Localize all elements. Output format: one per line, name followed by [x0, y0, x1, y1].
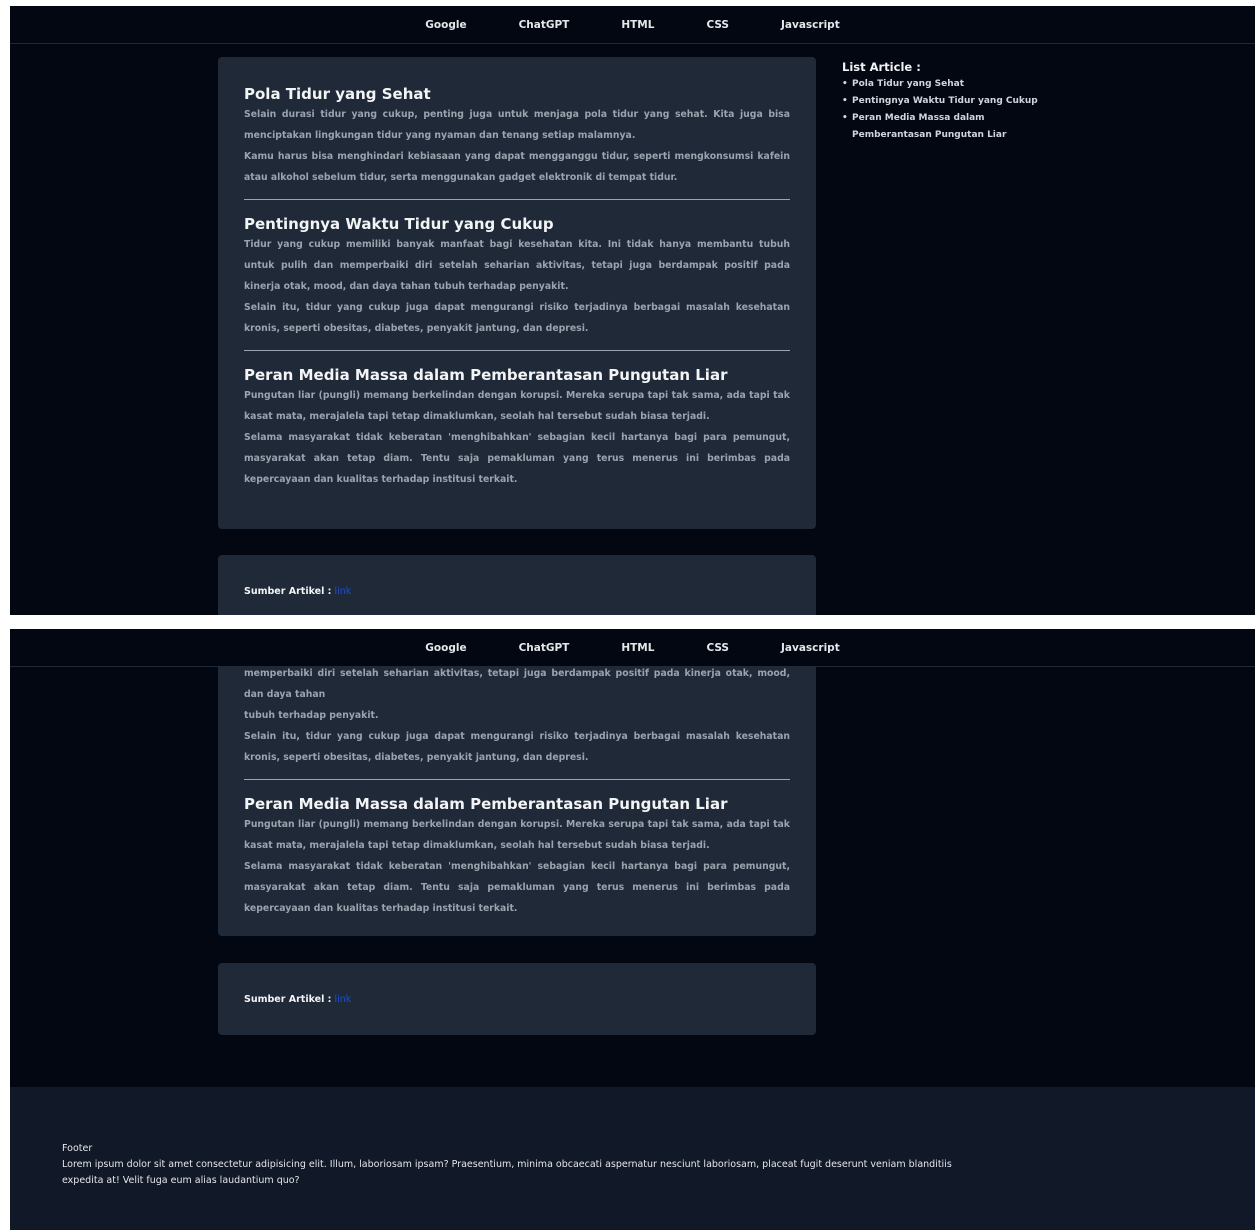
nav-google[interactable]: Google	[425, 19, 466, 31]
source-label: Sumber Artikel :	[244, 993, 332, 1005]
footer-text: Lorem ipsum dolor sit amet consectetur a…	[62, 1159, 952, 1186]
article-list-item[interactable]: Pola Tidur yang Sehat	[842, 76, 1042, 93]
nav-google[interactable]: Google	[425, 642, 466, 654]
article-paragraph: Tidur yang cukup memiliki banyak manfaat…	[244, 239, 790, 292]
article-paragraph: Selain itu, tidur yang cukup juga dapat …	[244, 731, 790, 763]
source-card: Sumber Artikel : link	[218, 555, 816, 615]
page-footer: Footer Lorem ipsum dolor sit amet consec…	[10, 1087, 1255, 1230]
article-divider	[244, 779, 790, 780]
article-paragraph: Pungutan liar (pungli) memang berkelinda…	[244, 390, 790, 422]
articles-card: memperbaiki diri setelah seharian aktivi…	[218, 629, 816, 936]
nav-css[interactable]: CSS	[706, 642, 729, 654]
source-card: Sumber Artikel : link	[218, 963, 816, 1035]
article-list-item[interactable]: Pentingnya Waktu Tidur yang Cukup	[842, 93, 1042, 110]
articles-card: Pola Tidur yang Sehat Selain durasi tidu…	[218, 57, 816, 529]
article-list-item[interactable]: Peran Media Massa dalam Pemberantasan Pu…	[842, 110, 1042, 144]
nav-chatgpt[interactable]: ChatGPT	[519, 19, 570, 31]
nav-css[interactable]: CSS	[706, 19, 729, 31]
nav-html[interactable]: HTML	[621, 19, 654, 31]
viewport-scrolled: Google ChatGPT HTML CSS Javascript mempe…	[10, 629, 1255, 1230]
article-title: Pola Tidur yang Sehat	[244, 85, 431, 103]
nav-javascript[interactable]: Javascript	[781, 19, 840, 31]
source-label: Sumber Artikel :	[244, 585, 332, 597]
article-paragraph: Pungutan liar (pungli) memang berkelinda…	[244, 819, 790, 851]
nav-javascript[interactable]: Javascript	[781, 642, 840, 654]
article-divider	[244, 199, 790, 200]
article-list-title: List Article :	[842, 60, 921, 74]
article-paragraph: Selain itu, tidur yang cukup juga dapat …	[244, 302, 790, 334]
article-paragraph: memperbaiki diri setelah seharian aktivi…	[244, 668, 790, 700]
article-paragraph: Selama masyarakat tidak keberatan 'mengh…	[244, 432, 790, 485]
article-paragraph: tubuh terhadap penyakit.	[244, 710, 379, 721]
article-list: Pola Tidur yang Sehat Pentingnya Waktu T…	[842, 76, 1042, 144]
source-link[interactable]: link	[334, 994, 351, 1005]
article-paragraph: Kamu harus bisa menghindari kebiasaan ya…	[244, 151, 790, 183]
footer-title: Footer	[62, 1143, 93, 1154]
nav-html[interactable]: HTML	[621, 642, 654, 654]
article-paragraph: Selama masyarakat tidak keberatan 'mengh…	[244, 861, 790, 914]
top-nav: Google ChatGPT HTML CSS Javascript	[10, 629, 1255, 667]
article-divider	[244, 350, 790, 351]
top-nav: Google ChatGPT HTML CSS Javascript	[10, 6, 1255, 44]
article-title: Peran Media Massa dalam Pemberantasan Pu…	[244, 795, 728, 813]
article-title: Peran Media Massa dalam Pemberantasan Pu…	[244, 366, 728, 384]
article-paragraph: Selain durasi tidur yang cukup, penting …	[244, 109, 790, 141]
viewport-top: Google ChatGPT HTML CSS Javascript Pola …	[10, 6, 1255, 615]
article-title: Pentingnya Waktu Tidur yang Cukup	[244, 215, 554, 233]
article-list-sidebar: List Article : Pola Tidur yang Sehat Pen…	[842, 60, 1042, 144]
nav-chatgpt[interactable]: ChatGPT	[519, 642, 570, 654]
source-link[interactable]: link	[334, 586, 351, 597]
